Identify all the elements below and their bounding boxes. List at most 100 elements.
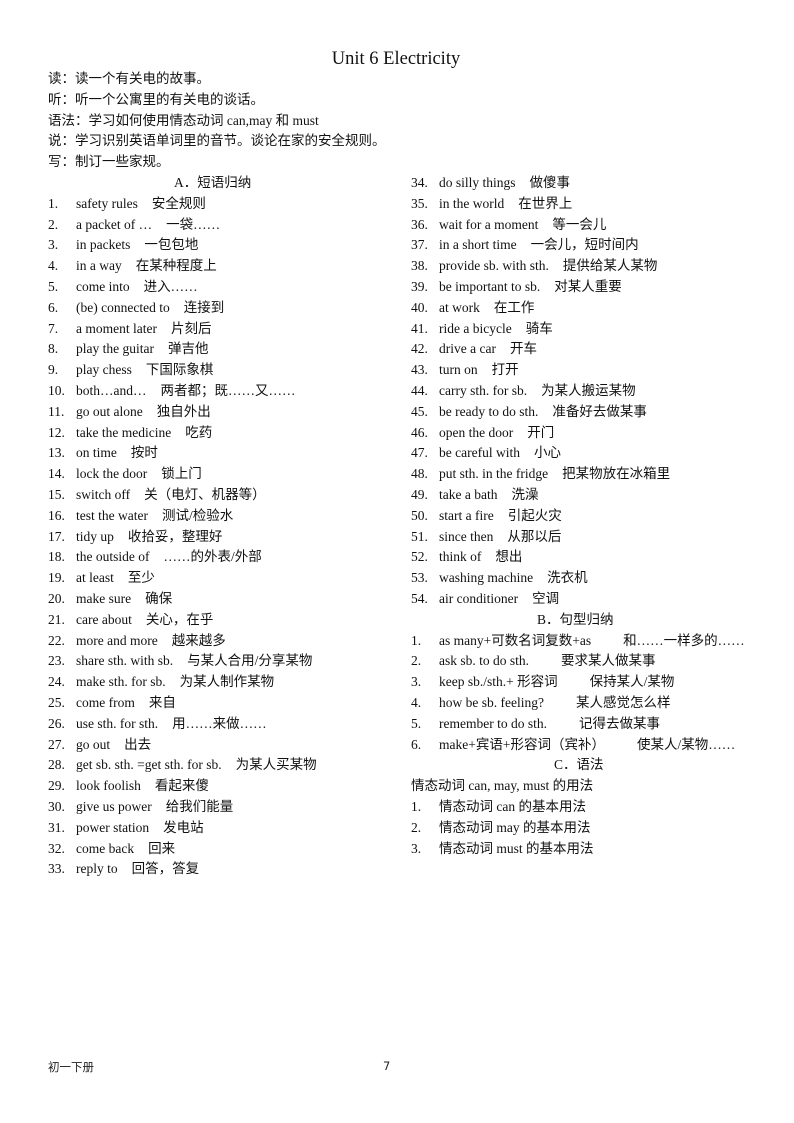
english-phrase: carry sth. for sb.: [439, 382, 528, 398]
english-phrase: safety rules: [76, 195, 138, 211]
section-a-heading: A．短语归纳: [174, 175, 252, 190]
chinese-meaning: 独自外出: [156, 403, 211, 419]
phrase-row: 47. be careful with 小心: [411, 443, 761, 464]
english-phrase: the outside of: [76, 549, 150, 565]
item-number: 47.: [411, 445, 428, 461]
unit-objectives: 读：读一个有关电的故事。 听：听一个公寓里的有关电的谈话。 语法：学习如何使用情…: [48, 69, 386, 173]
english-phrase: put sth. in the fridge: [439, 466, 549, 482]
phrase-row: 12. take the medicine 吃药: [48, 423, 398, 444]
chinese-meaning: 在世界上: [518, 195, 573, 211]
item-text: 情态动词 can 的基本用法: [439, 798, 586, 814]
item-number: 10.: [48, 382, 65, 398]
phrase-row: 49. take a bath 洗澡: [411, 485, 761, 506]
phrase-row: 16. test the water 测试/检验水: [48, 506, 398, 527]
phrase-row: 54. air conditioner 空调: [411, 589, 761, 610]
english-phrase: do silly things: [439, 175, 516, 190]
english-phrase: take a bath: [439, 486, 498, 502]
english-phrase: start a fire: [439, 507, 494, 523]
objective-speaking: 说：学习识别英语单词里的音节。谈论在家的安全规则。: [48, 133, 386, 149]
phrase-row: 25. come from 来自: [48, 693, 398, 714]
item-number: 20.: [48, 590, 65, 606]
phrase-row: 42. drive a car 开车: [411, 339, 761, 360]
item-number: 28.: [48, 757, 65, 773]
english-phrase: since then: [439, 528, 494, 544]
item-number: 14.: [48, 466, 65, 482]
english-phrase: in packets: [76, 237, 131, 253]
section-b-heading: B．句型归纳: [537, 611, 614, 627]
chinese-meaning: 安全规则: [151, 195, 206, 211]
chinese-meaning: 和……一样多的……: [623, 632, 745, 648]
item-number: 52.: [411, 549, 428, 565]
phrase-row: 1. safety rules 安全规则: [48, 194, 398, 215]
chinese-meaning: 关心，在乎: [145, 611, 214, 627]
sentence-pattern-row: 5. remember to do sth. 记得去做某事: [411, 714, 761, 735]
item-number: 2.: [48, 216, 59, 232]
item-number: 25.: [48, 694, 65, 710]
phrase-row: 18. the outside of ……的外表/外部: [48, 547, 398, 568]
chinese-meaning: 引起火灾: [507, 507, 562, 523]
item-number: 35.: [411, 195, 428, 211]
english-phrase: drive a car: [439, 341, 496, 357]
english-phrase: use sth. for sth.: [76, 715, 159, 731]
chinese-meaning: 等一会儿: [552, 216, 607, 232]
english-phrase: play the guitar: [76, 341, 154, 357]
phrase-row: 20. make sure 确保: [48, 589, 398, 610]
chinese-meaning: 在某种程度上: [135, 258, 217, 274]
phrase-row: 14. lock the door 锁上门: [48, 464, 398, 485]
english-phrase: ask sb. to do sth.: [439, 653, 530, 669]
phrase-row: 23. share sth. with sb. 与某人合用/分享某物: [48, 651, 398, 672]
english-phrase: at least: [76, 570, 114, 586]
item-number: 19.: [48, 570, 65, 586]
phrase-row: 5. come into 进入……: [48, 277, 398, 298]
english-phrase: share sth. with sb.: [76, 653, 174, 669]
item-number: 6.: [411, 736, 422, 752]
phrase-row: 33. reply to 回答，答复: [48, 859, 398, 880]
english-phrase: ride a bicycle: [439, 320, 512, 336]
english-phrase: think of: [439, 549, 482, 565]
chinese-meaning: 收拾妥，整理好: [127, 528, 223, 544]
english-phrase: play chess: [76, 362, 132, 378]
item-number: 29.: [48, 778, 65, 794]
item-number: 38.: [411, 258, 428, 274]
item-number: 15.: [48, 486, 65, 502]
english-phrase: a packet of …: [76, 216, 153, 232]
chinese-meaning: 开门: [527, 424, 555, 440]
chinese-meaning: 连接到: [183, 299, 225, 315]
english-phrase: be careful with: [439, 445, 520, 461]
chinese-meaning: 为某人搬运某物: [541, 382, 636, 398]
english-phrase: make+宾语+形容词（宾补）: [439, 736, 605, 752]
phrase-row: 31. power station 发电站: [48, 818, 398, 839]
phrase-row: 43. turn on 打开: [411, 360, 761, 381]
phrase-row: 41. ride a bicycle 骑车: [411, 319, 761, 340]
chinese-meaning: 记得去做某事: [578, 715, 660, 731]
phrase-row: 26. use sth. for sth. 用……来做……: [48, 714, 398, 735]
item-number: 50.: [411, 507, 428, 523]
item-number: 4.: [48, 258, 59, 274]
grammar-row: 1. 情态动词 can 的基本用法: [411, 797, 761, 818]
chinese-meaning: 一包包地: [144, 237, 199, 253]
item-number: 13.: [48, 445, 65, 461]
item-number: 42.: [411, 341, 428, 357]
item-number: 54.: [411, 590, 428, 606]
item-number: 2.: [411, 819, 422, 835]
chinese-meaning: 开车: [509, 341, 537, 357]
item-number: 30.: [48, 798, 65, 814]
item-text: 情态动词 must 的基本用法: [439, 840, 594, 856]
chinese-meaning: 越来越多: [171, 632, 226, 648]
phrase-row: 11. go out alone 独自外出: [48, 402, 398, 423]
item-number: 21.: [48, 611, 65, 627]
english-phrase: reply to: [76, 861, 118, 877]
chinese-meaning: 至少: [127, 570, 155, 586]
phrase-row: 10. both…and… 两者都；既……又……: [48, 381, 398, 402]
section-c-heading: C．语法: [554, 757, 604, 773]
phrase-row: 28. get sb. sth. =get sth. for sb. 为某人买某物: [48, 755, 398, 776]
chinese-meaning: 用……来做……: [172, 715, 267, 731]
phrase-row: 40. at work 在工作: [411, 298, 761, 319]
phrase-row: 29. look foolish 看起来傻: [48, 776, 398, 797]
phrase-row: 30. give us power 给我们能量: [48, 797, 398, 818]
item-number: 43.: [411, 362, 428, 378]
item-number: 5.: [48, 278, 59, 294]
chinese-meaning: 把某物放在冰箱里: [562, 466, 671, 482]
phrase-row: 9. play chess 下国际象棋: [48, 360, 398, 381]
chinese-meaning: ……的外表/外部: [163, 549, 262, 565]
